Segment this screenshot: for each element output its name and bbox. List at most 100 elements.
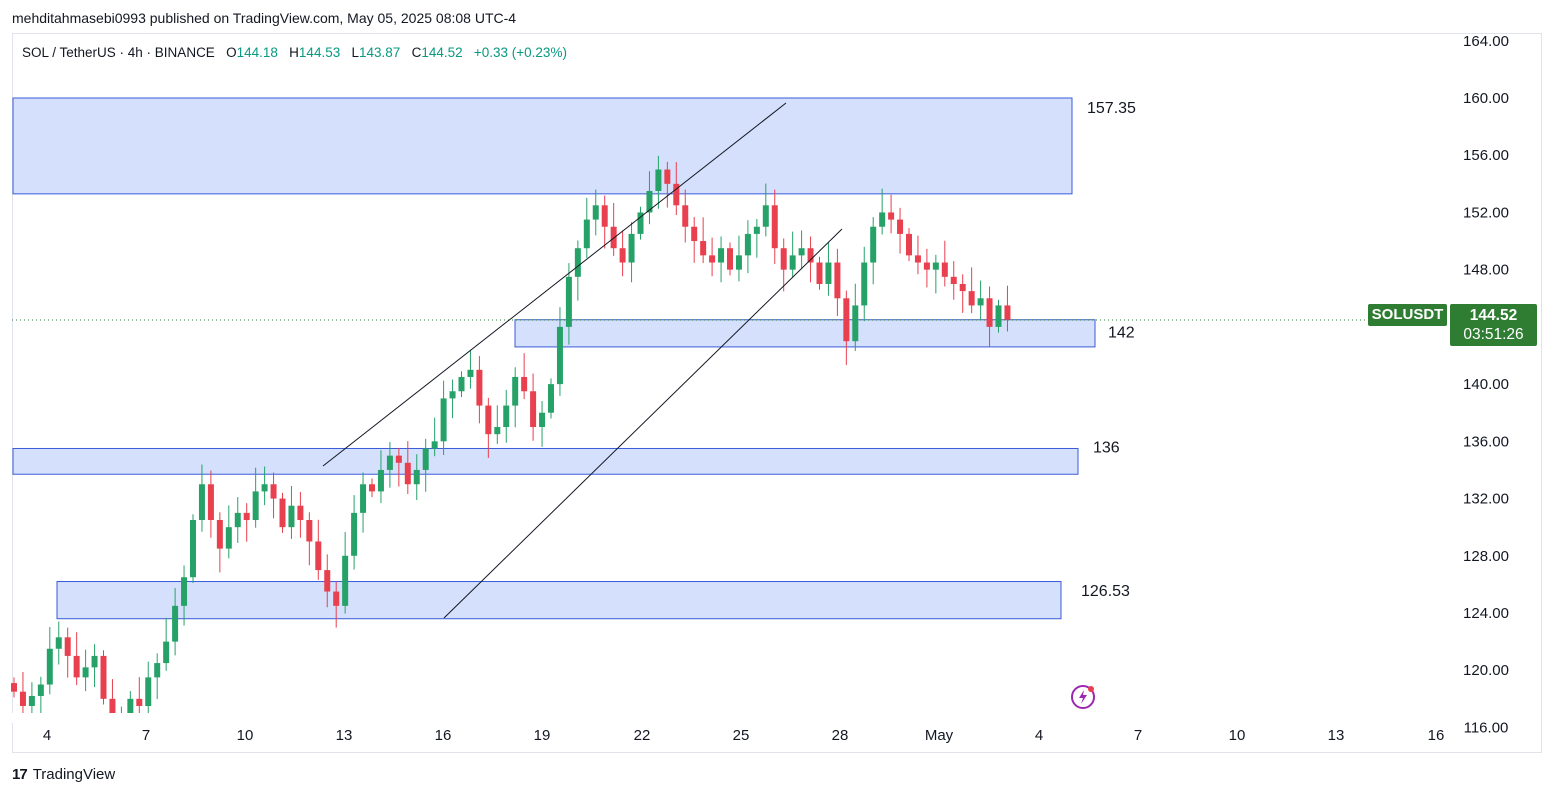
zone-label: 142 [1108,324,1135,341]
candle [771,189,778,264]
candle [512,367,519,428]
last-price: 144.52 [1469,307,1518,324]
time-tick-label: 16 [435,727,452,744]
time-tick-label: 28 [832,727,849,744]
legend-low-label: L [351,45,359,60]
last-price-tag: 144.52 03:51:26 [1450,304,1537,346]
footer-brand[interactable]: 17 TradingView [12,766,115,783]
candle [843,290,850,365]
legend-high-label: H [289,45,299,60]
time-tick-label: 25 [733,727,750,744]
price-tick-label: 156.00 [1463,147,1509,164]
candle [163,617,170,671]
candle [136,677,143,713]
legend-open: 144.18 [236,45,278,60]
candle [897,207,904,254]
zone-box[interactable] [514,319,1096,348]
price-tick-label: 148.00 [1463,262,1509,279]
candle [351,495,358,570]
candle [109,679,116,713]
candle [816,256,823,290]
bar-countdown: 03:51:26 [1463,326,1524,343]
candle [440,380,447,456]
candle [37,676,44,713]
zones-layer: 157.35 142 136 126.53 [12,97,1367,620]
candle [789,231,796,278]
candle [422,438,429,492]
price-tick-label: 164.00 [1463,33,1509,50]
time-tick-label: 19 [534,727,551,744]
time-tick-label: 10 [237,727,254,744]
candle [610,203,617,256]
candles-layer [11,155,1011,714]
time-tick-label: 7 [142,727,150,744]
candle [923,248,930,288]
time-tick-label: 10 [1229,727,1246,744]
candle [825,242,832,296]
legend-close-label: C [411,45,422,60]
price-tick-label: 116.00 [1464,719,1509,736]
tradingview-logo-icon: 17 [12,766,28,783]
candle [718,236,725,283]
zone-box[interactable] [12,97,1073,195]
candle [583,197,590,258]
candle [977,280,984,320]
candle [744,220,751,274]
time-tick-label: 4 [43,727,51,744]
candle [735,235,742,282]
candle [207,470,214,538]
candle [73,632,80,686]
candle [360,472,367,533]
time-tick-label: 4 [1035,727,1043,744]
candle [574,240,581,301]
candlestick-chart[interactable]: 157.35 142 136 126.53 164.00 160.00 156.00 152… [0,0,1554,798]
lightning-icon[interactable] [1070,684,1096,710]
candle [968,267,975,314]
candle [753,219,760,258]
price-tick-label: 132.00 [1463,491,1509,508]
time-axis: 4 7 10 13 16 19 22 25 28 May 4 7 10 13 16 [43,727,1445,744]
candle [270,472,277,519]
zone-label: 126.53 [1081,583,1130,600]
candle [279,492,286,533]
zone-box[interactable] [56,581,1062,620]
candle [82,649,89,692]
candle [888,194,895,234]
candle [879,188,886,235]
candle [28,682,35,713]
candle [154,653,161,700]
candle [467,350,474,389]
candle [369,478,375,498]
time-tick-label: 7 [1134,727,1142,744]
candle [11,677,17,698]
price-tick-label: 140.00 [1463,376,1509,393]
candle [914,235,921,275]
legend-close: 144.52 [421,45,463,60]
time-tick-label: 22 [634,727,651,744]
candle [234,497,241,543]
candle [950,261,957,300]
candle [521,353,528,399]
candle [288,485,295,539]
candle [145,661,152,713]
candle [601,195,608,249]
candle [852,283,859,351]
legend-change: +0.33 (+0.23%) [473,45,567,60]
candle [64,627,71,678]
candle [118,706,125,714]
plot-bottom-mask [12,713,1445,723]
candle [592,189,599,236]
price-tick-label: 136.00 [1463,433,1509,450]
candle [216,512,223,573]
price-tick-label: 152.00 [1463,204,1509,221]
zone-box[interactable] [12,447,1079,475]
zone-label: 157.35 [1087,100,1136,117]
footer-brand-text: TradingView [32,766,116,783]
candle [727,242,733,276]
time-tick-label: 13 [336,727,353,744]
candle [932,254,939,294]
candle [691,217,698,263]
legend-symbol: SOL / TetherUS · 4h · BINANCE [22,45,215,60]
candle [941,240,948,287]
candle [449,379,456,419]
